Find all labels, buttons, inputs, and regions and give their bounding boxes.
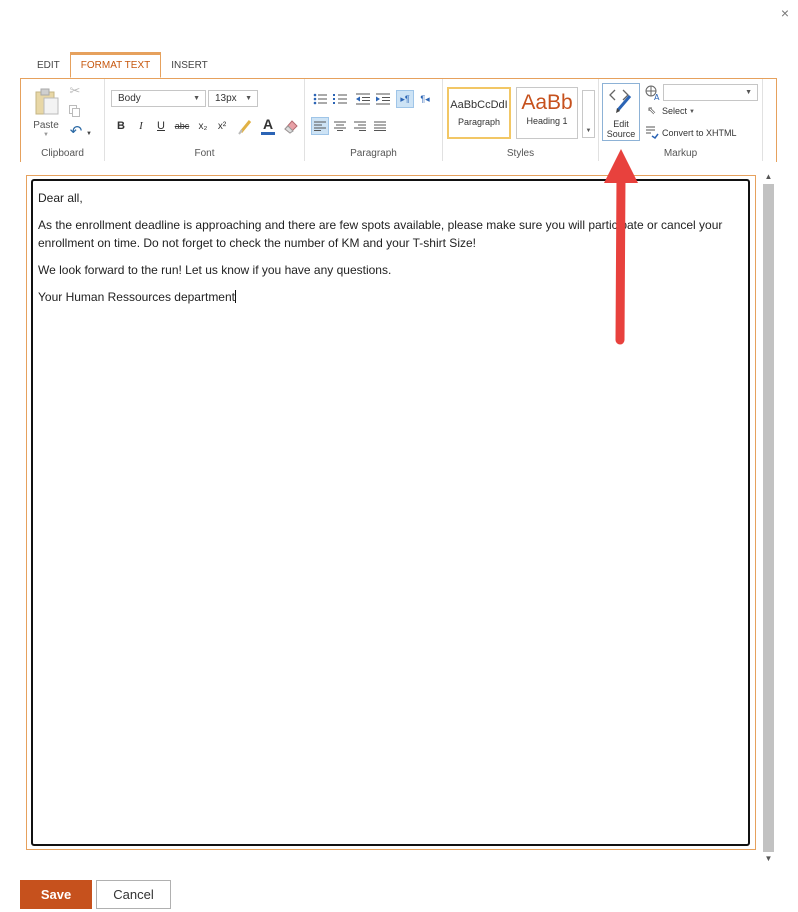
style-heading-1-name: Heading 1 — [526, 116, 568, 126]
paste-label: Paste — [33, 120, 59, 131]
undo-dropdown-icon[interactable]: ▼ — [85, 129, 93, 139]
tab-format-text[interactable]: FORMAT TEXT — [69, 52, 162, 78]
clipboard-group: Paste ▼ ✂ ↶ ▼ Clipboard — [21, 79, 105, 161]
chevron-down-icon: ▼ — [193, 95, 200, 102]
save-button[interactable]: Save — [20, 880, 92, 909]
rtl-button[interactable]: ¶◂ — [416, 90, 434, 108]
decrease-indent-button[interactable] — [354, 90, 372, 108]
text-color-letter: A — [262, 116, 274, 132]
select-label: Select — [662, 106, 688, 116]
bold-button[interactable]: B — [112, 117, 130, 135]
convert-label: Convert to XHTML — [662, 128, 737, 138]
language-select[interactable]: ▼ — [663, 84, 758, 101]
paste-dropdown-icon: ▼ — [43, 132, 49, 138]
language-icon: A — [645, 85, 661, 101]
strikethrough-button[interactable]: abc — [171, 117, 193, 135]
font-group: Body ▼ 13px ▼ B I U abc x₂ x² A Font — [105, 79, 305, 161]
cut-icon[interactable]: ✂ — [67, 83, 83, 99]
ltr-button[interactable]: ▸¶ — [396, 90, 414, 108]
paragraph-group: ▸¶ ¶◂ Paragraph — [305, 79, 443, 161]
bullet-list-icon — [313, 93, 327, 105]
ribbon: Paste ▼ ✂ ↶ ▼ Clipboard Body ▼ 13px ▼ B … — [20, 78, 777, 162]
increase-indent-button[interactable] — [374, 90, 392, 108]
text-cursor — [235, 290, 236, 303]
chevron-down-icon: ▼ — [585, 128, 592, 134]
bullet-list-button[interactable] — [311, 90, 329, 108]
paragraph-group-label: Paragraph — [350, 148, 397, 159]
chevron-down-icon: ▼ — [745, 89, 752, 96]
italic-button[interactable]: I — [132, 117, 150, 135]
style-paragraph-sample: AaBbCcDdI — [450, 99, 508, 111]
select-button[interactable]: ⇖ Select ▼ — [645, 104, 705, 120]
numbered-list-button[interactable] — [331, 90, 349, 108]
clipboard-group-label: Clipboard — [41, 148, 84, 159]
text-color-button[interactable]: A — [258, 116, 278, 136]
paste-icon — [35, 88, 59, 115]
cancel-button[interactable]: Cancel — [96, 880, 171, 909]
paste-button[interactable]: Paste ▼ — [29, 87, 63, 139]
copy-icon[interactable] — [67, 103, 83, 119]
justify-icon — [374, 121, 386, 131]
style-heading-1-sample: AaBb — [521, 91, 573, 114]
scroll-down-icon[interactable]: ▼ — [761, 852, 776, 866]
rtl-icon: ¶◂ — [420, 93, 430, 104]
style-paragraph[interactable]: AaBbCcDdI Paragraph — [447, 87, 511, 139]
text-color-swatch — [261, 132, 275, 135]
font-group-label: Font — [194, 148, 215, 159]
undo-icon[interactable]: ↶ — [67, 123, 85, 140]
highlighter-icon — [238, 120, 252, 135]
styles-group: AaBbCcDdI Paragraph AaBb Heading 1 ▼ Sty… — [443, 79, 599, 161]
edit-source-button[interactable]: Edit Source — [602, 83, 640, 141]
styles-more-button[interactable]: ▼ — [582, 90, 595, 138]
convert-to-xhtml-button[interactable]: Convert to XHTML — [645, 125, 761, 141]
convert-icon — [646, 126, 659, 139]
subscript-button[interactable]: x₂ — [194, 117, 212, 135]
superscript-button[interactable]: x² — [213, 117, 231, 135]
numbered-list-icon — [333, 94, 347, 104]
justify-button[interactable] — [371, 117, 389, 135]
outdent-icon — [356, 93, 370, 105]
font-size-select[interactable]: 13px ▼ — [208, 90, 258, 107]
align-left-button[interactable] — [311, 117, 329, 135]
annotation-arrow-icon — [604, 149, 638, 345]
tab-insert[interactable]: INSERT — [161, 52, 218, 78]
ribbon-tabs: EDIT FORMAT TEXT INSERT — [27, 52, 218, 78]
chevron-down-icon: ▼ — [245, 95, 252, 102]
align-center-button[interactable] — [331, 117, 349, 135]
editor-paragraph-text: Your Human Ressources department — [38, 290, 235, 304]
font-family-select[interactable]: Body ▼ — [111, 90, 206, 107]
align-right-button[interactable] — [351, 117, 369, 135]
chevron-down-icon: ▼ — [689, 109, 695, 115]
style-heading-1[interactable]: AaBb Heading 1 — [516, 87, 578, 139]
highlight-button[interactable] — [236, 116, 256, 136]
style-paragraph-name: Paragraph — [457, 117, 501, 127]
align-left-icon — [314, 121, 326, 131]
align-right-icon — [354, 121, 366, 131]
styles-group-label: Styles — [506, 148, 535, 159]
scroll-up-icon[interactable]: ▲ — [761, 170, 776, 184]
scrollbar-thumb[interactable] — [763, 184, 774, 852]
edit-source-label-2: Source — [606, 129, 636, 139]
indent-icon — [376, 93, 390, 105]
edit-source-label-1: Edit — [613, 119, 629, 129]
edit-source-icon — [609, 89, 632, 113]
pointer-icon: ⇖ — [647, 105, 657, 117]
font-family-value: Body — [118, 93, 141, 104]
eraser-icon — [284, 120, 298, 134]
underline-button[interactable]: U — [152, 117, 170, 135]
clear-format-button[interactable] — [281, 116, 301, 136]
font-size-value: 13px — [215, 93, 237, 104]
close-icon[interactable]: × — [778, 6, 792, 20]
align-center-icon — [334, 121, 346, 131]
editor-scrollbar[interactable]: ▲ ▼ — [761, 170, 776, 866]
svg-text:A: A — [654, 93, 660, 101]
tab-edit[interactable]: EDIT — [27, 52, 70, 78]
ltr-icon: ▸¶ — [400, 93, 410, 104]
